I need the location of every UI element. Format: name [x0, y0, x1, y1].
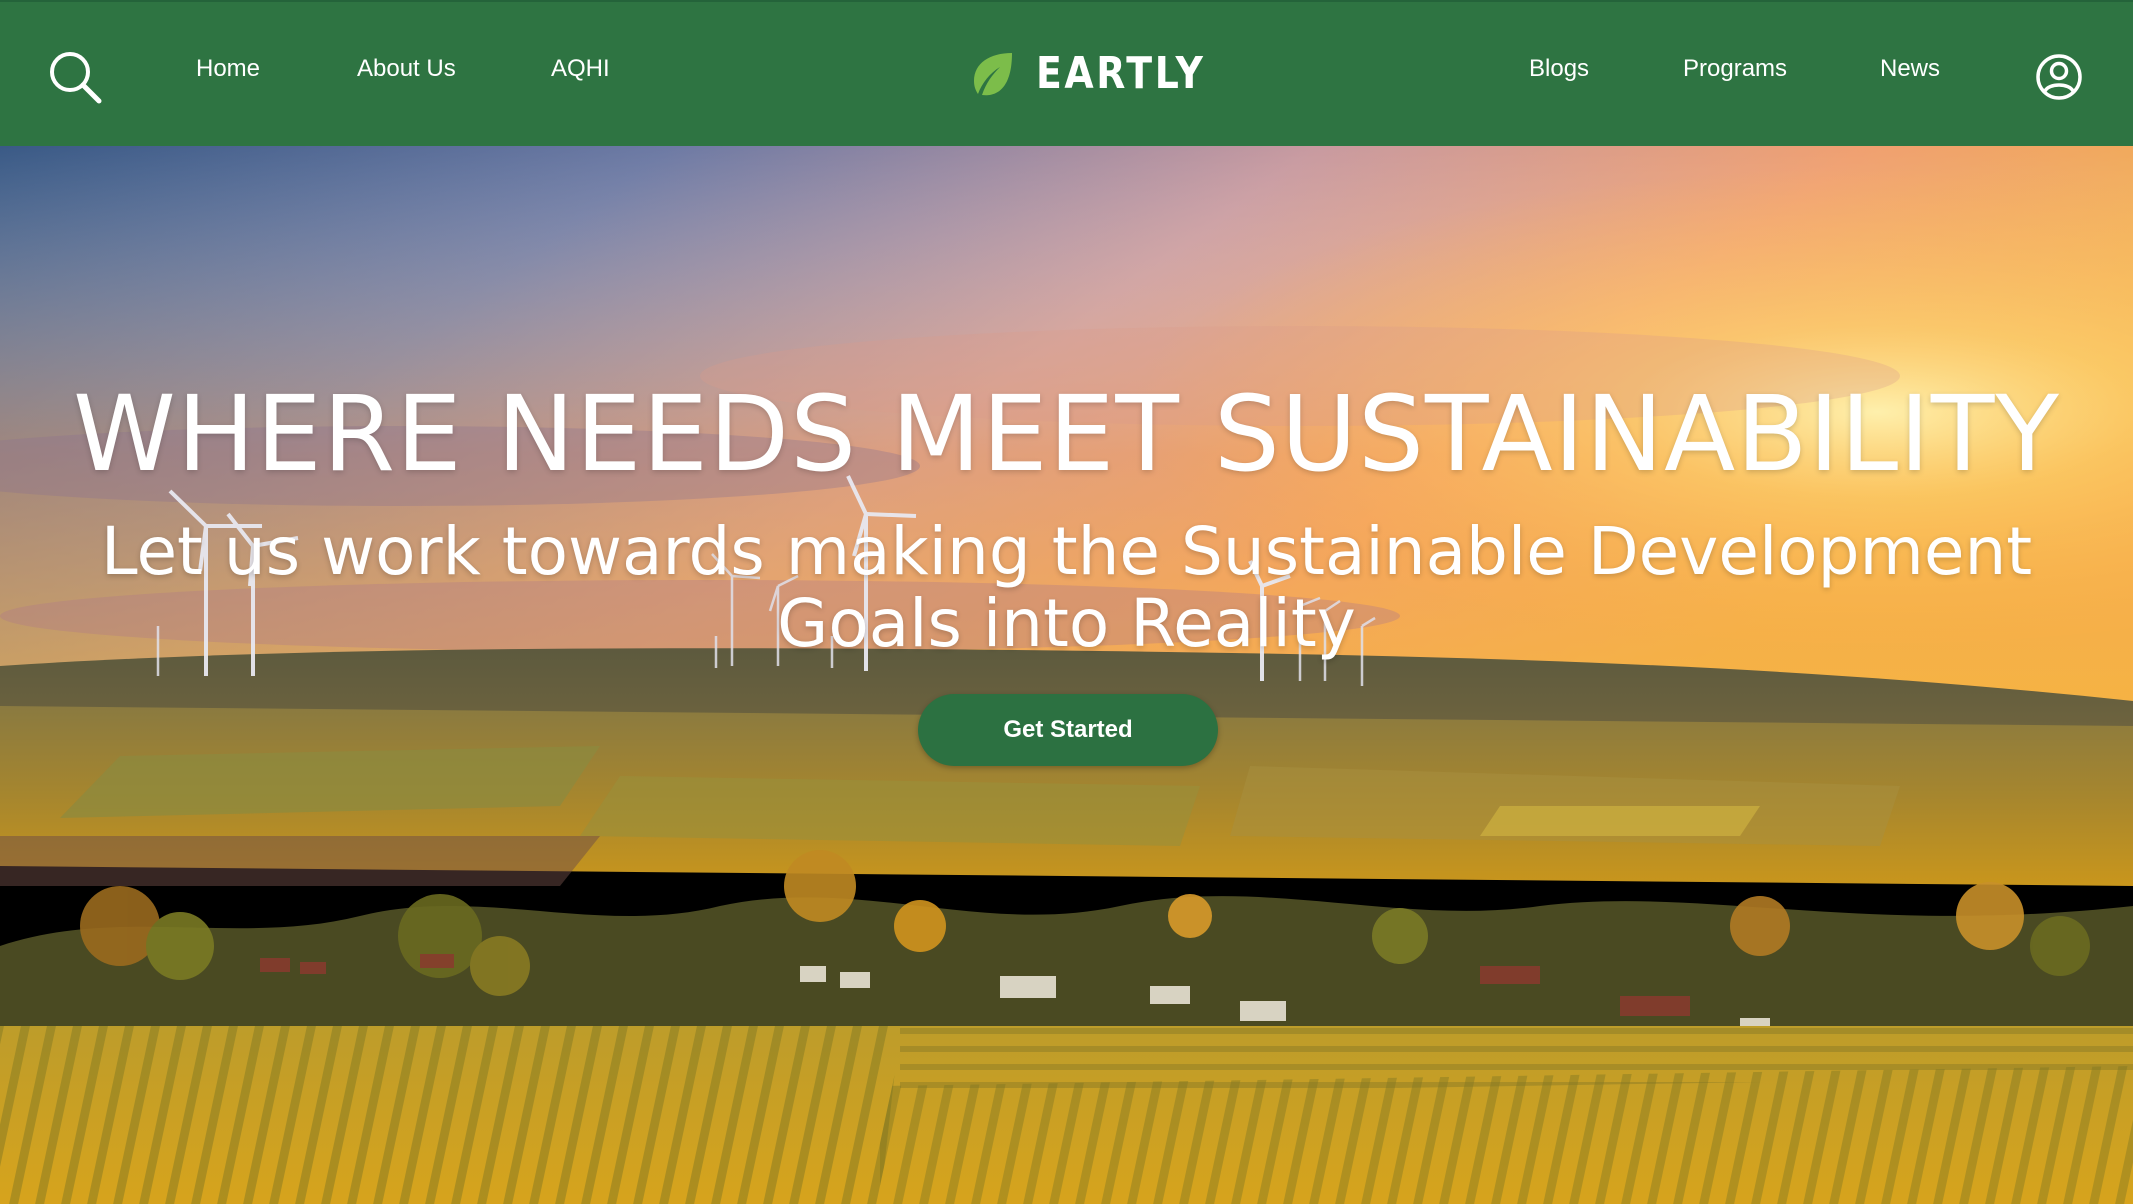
- brand-logo[interactable]: EARTLY: [968, 46, 1233, 102]
- nav-link-programs[interactable]: Programs: [1683, 52, 1787, 86]
- nav-link-home[interactable]: Home: [196, 52, 260, 86]
- nav-link-about-us[interactable]: About Us: [357, 52, 456, 86]
- page: Home About Us AQHI EARTLY Blogs Programs…: [0, 0, 2133, 1204]
- brand-name: EARTLY: [1036, 48, 1206, 99]
- nav-link-news[interactable]: News: [1880, 52, 1940, 86]
- hero-title: WHERE NEEDS MEET SUSTAINABILITY: [73, 373, 2060, 495]
- user-circle-icon[interactable]: [2034, 52, 2084, 102]
- nav-link-aqhi[interactable]: AQHI: [551, 52, 610, 86]
- get-started-button[interactable]: Get Started: [918, 694, 1218, 766]
- nav-link-blogs[interactable]: Blogs: [1529, 52, 1589, 86]
- hero-subtitle: Let us work towards making the Sustainab…: [100, 513, 2033, 662]
- hero-section: WHERE NEEDS MEET SUSTAINABILITY Let us w…: [0, 146, 2133, 1204]
- top-navbar: Home About Us AQHI EARTLY Blogs Programs…: [0, 0, 2133, 146]
- hero-background-image: [0, 146, 2133, 1204]
- leaf-icon: [968, 49, 1018, 99]
- search-icon[interactable]: [46, 48, 104, 106]
